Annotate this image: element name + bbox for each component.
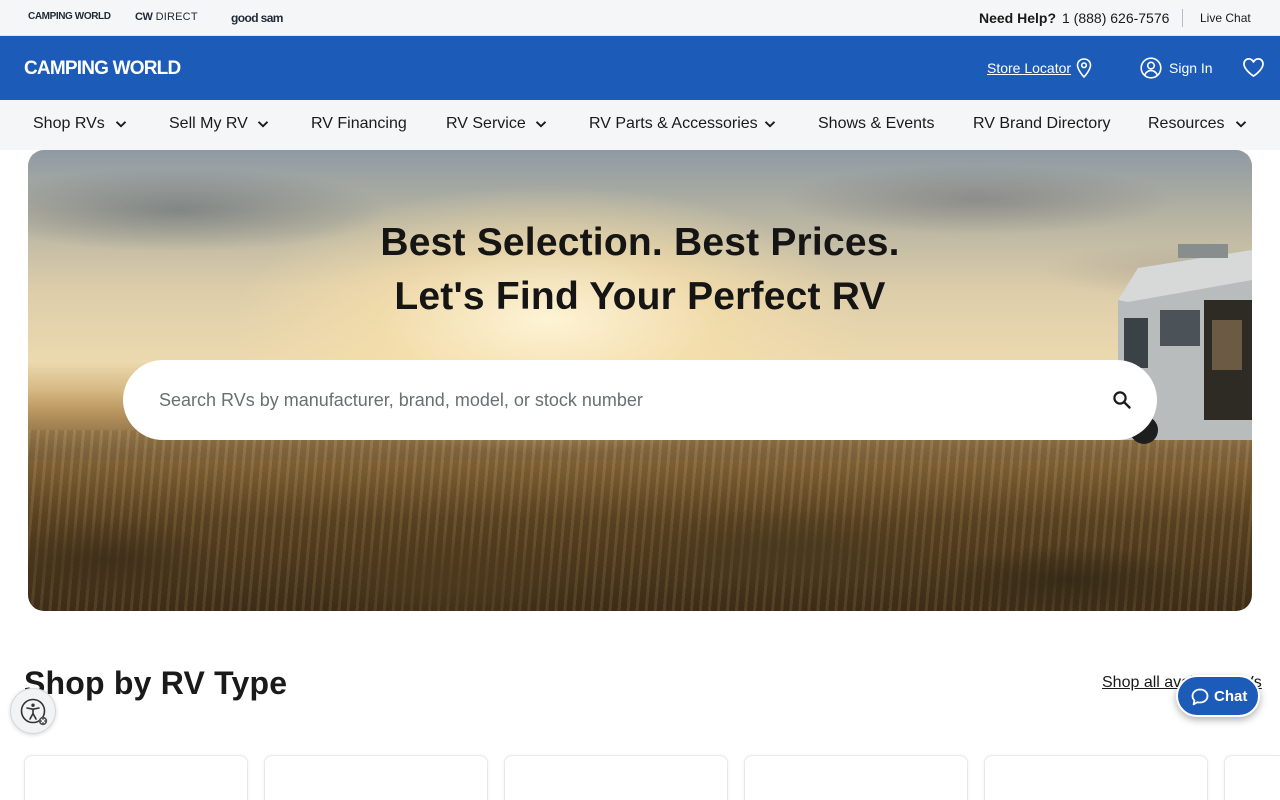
- utility-divider: [1182, 9, 1183, 27]
- search-icon[interactable]: [1112, 390, 1132, 410]
- hero-desert-ground: [28, 430, 1252, 611]
- accessibility-icon: [20, 698, 48, 726]
- rv-type-card[interactable]: [504, 755, 728, 800]
- sign-in-link[interactable]: Sign In: [1169, 60, 1213, 76]
- accessibility-button[interactable]: [10, 688, 56, 734]
- rv-type-card[interactable]: [1224, 755, 1280, 800]
- hero-heading: Best Selection. Best Prices. Let's Find …: [28, 216, 1252, 324]
- need-help-label: Need Help?: [979, 10, 1057, 26]
- chevron-down-icon[interactable]: [1235, 119, 1247, 129]
- main-header: CAMPING WORLD Store Locator Sign In: [0, 36, 1280, 100]
- user-account-icon[interactable]: [1140, 57, 1162, 79]
- rv-search-input[interactable]: [159, 384, 1059, 416]
- rv-type-card[interactable]: [264, 755, 488, 800]
- nav-rv-parts-accessories[interactable]: RV Parts & Accessories: [589, 115, 758, 133]
- favorites-heart-icon[interactable]: [1242, 57, 1265, 78]
- nav-rv-service[interactable]: RV Service: [446, 115, 526, 133]
- rv-type-card[interactable]: [984, 755, 1208, 800]
- hero-heading-line-2: Let's Find Your Perfect RV: [394, 275, 886, 318]
- shop-by-rv-type-heading: Shop by RV Type: [24, 665, 288, 701]
- rv-type-card[interactable]: [24, 755, 248, 800]
- nav-shows-events[interactable]: Shows & Events: [818, 115, 935, 133]
- hero-banner: Best Selection. Best Prices. Let's Find …: [28, 150, 1252, 611]
- chevron-down-icon[interactable]: [764, 119, 776, 129]
- nav-sell-my-rv[interactable]: Sell My RV: [169, 115, 248, 133]
- nav-shop-rvs[interactable]: Shop RVs: [33, 115, 105, 133]
- cw-prefix: CW: [135, 11, 153, 23]
- utility-bar: CAMPING WORLD CW DIRECT good sam Need He…: [0, 0, 1280, 36]
- nav-resources[interactable]: Resources: [1148, 115, 1224, 133]
- chevron-down-icon[interactable]: [257, 119, 269, 129]
- chat-bubble-icon: [1191, 688, 1209, 706]
- direct-text: DIRECT: [155, 11, 198, 23]
- chevron-down-icon[interactable]: [535, 119, 547, 129]
- store-locator-link[interactable]: Store Locator: [987, 60, 1071, 76]
- map-pin-icon[interactable]: [1076, 58, 1092, 78]
- nav-rv-financing[interactable]: RV Financing: [311, 115, 407, 133]
- main-nav: Shop RVs Sell My RV RV Financing RV Serv…: [0, 100, 1280, 150]
- hero-heading-line-1: Best Selection. Best Prices.: [380, 221, 900, 264]
- rv-type-card[interactable]: [744, 755, 968, 800]
- chat-button[interactable]: Chat: [1176, 675, 1260, 717]
- nav-rv-brand-directory[interactable]: RV Brand Directory: [973, 115, 1111, 133]
- camping-world-logo[interactable]: CAMPING WORLD: [24, 58, 181, 80]
- live-chat-link[interactable]: Live Chat: [1200, 11, 1251, 25]
- good-sam-brand-link[interactable]: good sam: [231, 11, 283, 25]
- chat-label: Chat: [1214, 688, 1248, 705]
- help-phone-link[interactable]: 1 (888) 626-7576: [1062, 10, 1169, 26]
- cw-direct-brand-link[interactable]: CW DIRECT: [135, 11, 198, 23]
- chevron-down-icon[interactable]: [115, 119, 127, 129]
- rv-search-box: [123, 360, 1157, 440]
- camping-world-brand-link[interactable]: CAMPING WORLD: [28, 11, 111, 22]
